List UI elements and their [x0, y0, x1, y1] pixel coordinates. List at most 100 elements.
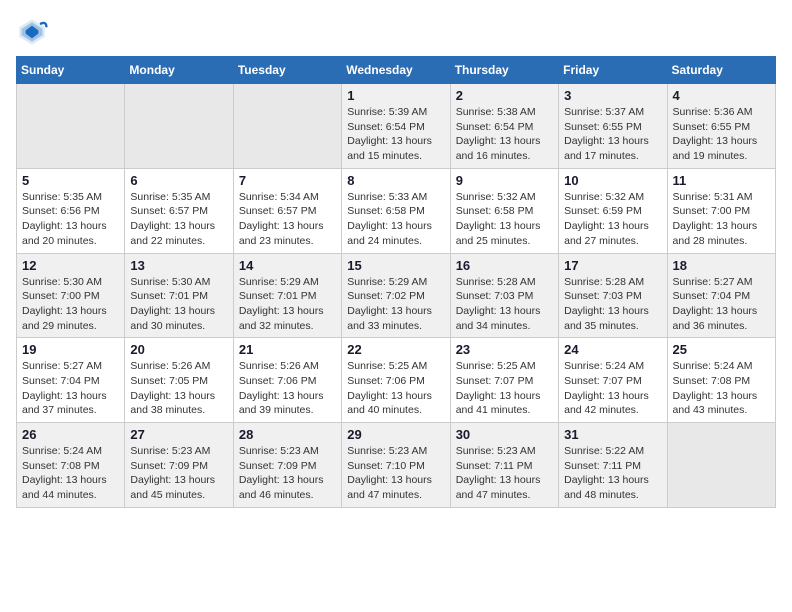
day-info: Sunrise: 5:25 AM Sunset: 7:07 PM Dayligh… — [456, 359, 553, 418]
day-info: Sunrise: 5:32 AM Sunset: 6:58 PM Dayligh… — [456, 190, 553, 249]
day-number: 27 — [130, 427, 227, 442]
day-number: 28 — [239, 427, 336, 442]
day-number: 26 — [22, 427, 119, 442]
calendar-cell: 5 Sunrise: 5:35 AM Sunset: 6:56 PM Daylig… — [17, 168, 125, 253]
calendar-cell: 17 Sunrise: 5:28 AM Sunset: 7:03 PM Dayli… — [559, 253, 667, 338]
day-info: Sunrise: 5:29 AM Sunset: 7:01 PM Dayligh… — [239, 275, 336, 334]
calendar-cell: 27 Sunrise: 5:23 AM Sunset: 7:09 PM Dayli… — [125, 423, 233, 508]
day-info: Sunrise: 5:30 AM Sunset: 7:01 PM Dayligh… — [130, 275, 227, 334]
day-number: 14 — [239, 258, 336, 273]
calendar-cell: 10 Sunrise: 5:32 AM Sunset: 6:59 PM Dayli… — [559, 168, 667, 253]
day-info: Sunrise: 5:29 AM Sunset: 7:02 PM Dayligh… — [347, 275, 444, 334]
day-info: Sunrise: 5:26 AM Sunset: 7:05 PM Dayligh… — [130, 359, 227, 418]
day-number: 3 — [564, 88, 661, 103]
calendar-cell: 7 Sunrise: 5:34 AM Sunset: 6:57 PM Daylig… — [233, 168, 341, 253]
calendar-cell: 21 Sunrise: 5:26 AM Sunset: 7:06 PM Dayli… — [233, 338, 341, 423]
day-number: 24 — [564, 342, 661, 357]
calendar-cell: 30 Sunrise: 5:23 AM Sunset: 7:11 PM Dayli… — [450, 423, 558, 508]
day-info: Sunrise: 5:27 AM Sunset: 7:04 PM Dayligh… — [22, 359, 119, 418]
day-info: Sunrise: 5:25 AM Sunset: 7:06 PM Dayligh… — [347, 359, 444, 418]
day-number: 16 — [456, 258, 553, 273]
day-info: Sunrise: 5:24 AM Sunset: 7:08 PM Dayligh… — [673, 359, 770, 418]
calendar-cell: 4Sunrise: 5:36 AM Sunset: 6:55 PM Daylig… — [667, 84, 775, 169]
calendar-cell: 28 Sunrise: 5:23 AM Sunset: 7:09 PM Dayli… — [233, 423, 341, 508]
calendar-cell: 9 Sunrise: 5:32 AM Sunset: 6:58 PM Daylig… — [450, 168, 558, 253]
calendar-cell: 29Sunrise: 5:23 AM Sunset: 7:10 PM Dayli… — [342, 423, 450, 508]
day-number: 13 — [130, 258, 227, 273]
weekday-header: Sunday — [17, 57, 125, 84]
weekday-header: Monday — [125, 57, 233, 84]
calendar-cell — [125, 84, 233, 169]
day-info: Sunrise: 5:36 AM Sunset: 6:55 PM Dayligh… — [673, 105, 770, 164]
day-number: 12 — [22, 258, 119, 273]
day-info: Sunrise: 5:28 AM Sunset: 7:03 PM Dayligh… — [564, 275, 661, 334]
day-info: Sunrise: 5:22 AM Sunset: 7:11 PM Dayligh… — [564, 444, 661, 503]
logo-icon — [16, 16, 48, 48]
calendar-cell: 20 Sunrise: 5:26 AM Sunset: 7:05 PM Dayli… — [125, 338, 233, 423]
calendar-cell: 15 Sunrise: 5:29 AM Sunset: 7:02 PM Dayli… — [342, 253, 450, 338]
day-number: 31 — [564, 427, 661, 442]
day-info: Sunrise: 5:23 AM Sunset: 7:09 PM Dayligh… — [239, 444, 336, 503]
calendar-week-row: 5 Sunrise: 5:35 AM Sunset: 6:56 PM Daylig… — [17, 168, 776, 253]
day-number: 25 — [673, 342, 770, 357]
day-info: Sunrise: 5:31 AM Sunset: 7:00 PM Dayligh… — [673, 190, 770, 249]
day-info: Sunrise: 5:23 AM Sunset: 7:11 PM Dayligh… — [456, 444, 553, 503]
calendar-cell: 16 Sunrise: 5:28 AM Sunset: 7:03 PM Dayli… — [450, 253, 558, 338]
calendar-cell: 14 Sunrise: 5:29 AM Sunset: 7:01 PM Dayli… — [233, 253, 341, 338]
calendar-cell: 3 Sunrise: 5:37 AM Sunset: 6:55 PM Daylig… — [559, 84, 667, 169]
weekday-header: Saturday — [667, 57, 775, 84]
calendar-cell: 8 Sunrise: 5:33 AM Sunset: 6:58 PM Daylig… — [342, 168, 450, 253]
calendar-week-row: 26 Sunrise: 5:24 AM Sunset: 7:08 PM Dayli… — [17, 423, 776, 508]
day-info: Sunrise: 5:28 AM Sunset: 7:03 PM Dayligh… — [456, 275, 553, 334]
calendar-cell: 24Sunrise: 5:24 AM Sunset: 7:07 PM Dayli… — [559, 338, 667, 423]
calendar-cell: 22 Sunrise: 5:25 AM Sunset: 7:06 PM Dayli… — [342, 338, 450, 423]
calendar-cell: 31 Sunrise: 5:22 AM Sunset: 7:11 PM Dayli… — [559, 423, 667, 508]
calendar-cell — [17, 84, 125, 169]
calendar-week-row: 12 Sunrise: 5:30 AM Sunset: 7:00 PM Dayli… — [17, 253, 776, 338]
day-number: 19 — [22, 342, 119, 357]
day-number: 5 — [22, 173, 119, 188]
day-number: 21 — [239, 342, 336, 357]
day-number: 8 — [347, 173, 444, 188]
logo — [16, 16, 54, 48]
day-info: Sunrise: 5:27 AM Sunset: 7:04 PM Dayligh… — [673, 275, 770, 334]
day-info: Sunrise: 5:23 AM Sunset: 7:09 PM Dayligh… — [130, 444, 227, 503]
day-number: 9 — [456, 173, 553, 188]
weekday-header: Wednesday — [342, 57, 450, 84]
day-number: 23 — [456, 342, 553, 357]
day-info: Sunrise: 5:35 AM Sunset: 6:57 PM Dayligh… — [130, 190, 227, 249]
day-info: Sunrise: 5:32 AM Sunset: 6:59 PM Dayligh… — [564, 190, 661, 249]
calendar-week-row: 1 Sunrise: 5:39 AM Sunset: 6:54 PM Daylig… — [17, 84, 776, 169]
day-number: 17 — [564, 258, 661, 273]
day-number: 1 — [347, 88, 444, 103]
calendar-table: SundayMondayTuesdayWednesdayThursdayFrid… — [16, 56, 776, 508]
day-number: 6 — [130, 173, 227, 188]
day-info: Sunrise: 5:24 AM Sunset: 7:08 PM Dayligh… — [22, 444, 119, 503]
calendar-cell: 23 Sunrise: 5:25 AM Sunset: 7:07 PM Dayli… — [450, 338, 558, 423]
calendar-cell — [233, 84, 341, 169]
weekday-header: Friday — [559, 57, 667, 84]
calendar-cell: 11 Sunrise: 5:31 AM Sunset: 7:00 PM Dayli… — [667, 168, 775, 253]
weekday-header: Tuesday — [233, 57, 341, 84]
day-info: Sunrise: 5:35 AM Sunset: 6:56 PM Dayligh… — [22, 190, 119, 249]
day-info: Sunrise: 5:30 AM Sunset: 7:00 PM Dayligh… — [22, 275, 119, 334]
day-number: 20 — [130, 342, 227, 357]
day-number: 18 — [673, 258, 770, 273]
day-number: 2 — [456, 88, 553, 103]
day-info: Sunrise: 5:39 AM Sunset: 6:54 PM Dayligh… — [347, 105, 444, 164]
day-number: 22 — [347, 342, 444, 357]
calendar-header-row: SundayMondayTuesdayWednesdayThursdayFrid… — [17, 57, 776, 84]
calendar-cell: 25 Sunrise: 5:24 AM Sunset: 7:08 PM Dayli… — [667, 338, 775, 423]
day-number: 10 — [564, 173, 661, 188]
day-info: Sunrise: 5:38 AM Sunset: 6:54 PM Dayligh… — [456, 105, 553, 164]
calendar-cell: 13 Sunrise: 5:30 AM Sunset: 7:01 PM Dayli… — [125, 253, 233, 338]
day-number: 11 — [673, 173, 770, 188]
day-info: Sunrise: 5:33 AM Sunset: 6:58 PM Dayligh… — [347, 190, 444, 249]
day-info: Sunrise: 5:37 AM Sunset: 6:55 PM Dayligh… — [564, 105, 661, 164]
day-number: 15 — [347, 258, 444, 273]
calendar-cell: 1 Sunrise: 5:39 AM Sunset: 6:54 PM Daylig… — [342, 84, 450, 169]
day-info: Sunrise: 5:26 AM Sunset: 7:06 PM Dayligh… — [239, 359, 336, 418]
day-number: 7 — [239, 173, 336, 188]
day-number: 30 — [456, 427, 553, 442]
day-info: Sunrise: 5:34 AM Sunset: 6:57 PM Dayligh… — [239, 190, 336, 249]
